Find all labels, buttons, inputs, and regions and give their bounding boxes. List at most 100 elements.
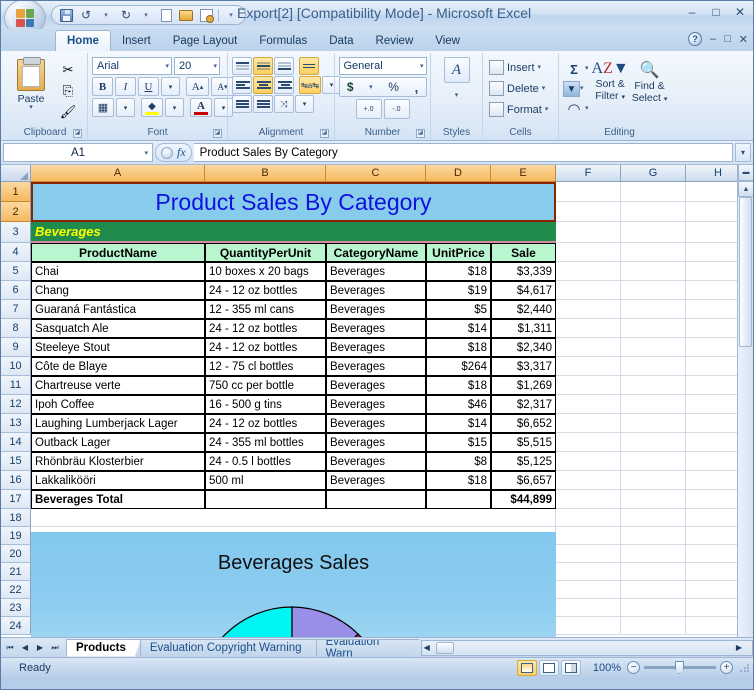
wrap-text-icon[interactable] <box>299 57 319 75</box>
name-box[interactable]: A1 ▾ <box>3 143 153 162</box>
cell-quantityperunit[interactable]: 10 boxes x 20 bags <box>205 262 326 281</box>
cell-g6[interactable] <box>621 281 686 300</box>
row-header-17[interactable]: 17 <box>1 490 31 509</box>
cell-productname[interactable]: Steeleye Stout <box>31 338 205 357</box>
row-header-13[interactable]: 13 <box>1 414 31 433</box>
alignment-dialog-launcher-icon[interactable]: ◪ <box>320 129 329 138</box>
cell-productname[interactable]: Ipoh Coffee <box>31 395 205 414</box>
row-header-9[interactable]: 9 <box>1 338 31 357</box>
column-header-b[interactable]: B <box>205 165 326 182</box>
column-header-e[interactable]: E <box>491 165 556 182</box>
maximize-button[interactable]: □ <box>709 5 723 19</box>
cell-g7[interactable] <box>621 300 686 319</box>
cell-g9[interactable] <box>621 338 686 357</box>
cell-categoryname[interactable]: Beverages <box>326 281 426 300</box>
cell-quantityperunit[interactable]: 24 - 12 oz bottles <box>205 281 326 300</box>
vertical-scrollbar[interactable]: ▬ ▲ <box>737 165 753 637</box>
horizontal-scrollbar[interactable]: ◀ ▶ <box>420 639 753 656</box>
cell-categoryname[interactable]: Beverages <box>326 357 426 376</box>
cell-f13[interactable] <box>556 414 621 433</box>
sheet-tab-evaluation-warning[interactable]: Evaluation Warn <box>316 639 420 657</box>
cell-sale[interactable]: $6,657 <box>491 471 556 490</box>
cell-quantityperunit[interactable]: 750 cc per bottle <box>205 376 326 395</box>
cell-unitprice[interactable]: $15 <box>426 433 491 452</box>
last-sheet-icon[interactable]: ⏭ <box>48 640 62 655</box>
copy-icon[interactable]: ⎘ <box>58 82 78 100</box>
cell-f10[interactable] <box>556 357 621 376</box>
undo-dropdown-icon[interactable]: ▾ <box>97 7 115 24</box>
vertical-scroll-thumb[interactable] <box>739 197 752 347</box>
cell-g12[interactable] <box>621 395 686 414</box>
cell-categoryname[interactable]: Beverages <box>326 433 426 452</box>
cell-sale[interactable]: $4,617 <box>491 281 556 300</box>
tab-view[interactable]: View <box>424 31 471 51</box>
fill-color-icon[interactable]: ◆ <box>141 98 163 117</box>
styles-dropdown-icon[interactable]: ▾ <box>455 92 459 99</box>
borders-dropdown-icon[interactable]: ▾ <box>116 98 135 117</box>
scroll-up-small-icon[interactable]: ▬ <box>738 165 753 181</box>
row-header-15[interactable]: 15 <box>1 452 31 471</box>
resize-grip-icon[interactable] <box>739 662 749 673</box>
cell-categoryname[interactable]: Beverages <box>326 319 426 338</box>
view-normal-icon[interactable] <box>517 659 537 676</box>
font-name-combo[interactable]: Arial ▾ <box>92 57 172 75</box>
cell-row22-2[interactable] <box>621 581 686 599</box>
paste-button[interactable]: Paste ▾ <box>7 57 55 111</box>
cell-g4[interactable] <box>621 243 686 262</box>
select-all-corner[interactable] <box>1 165 31 182</box>
cell-sale[interactable]: $3,317 <box>491 357 556 376</box>
hscroll-right-icon[interactable]: ▶ <box>736 643 742 652</box>
cell-categoryname[interactable]: Beverages <box>326 471 426 490</box>
cell-row21-2[interactable] <box>621 563 686 581</box>
cell-unitprice[interactable]: $14 <box>426 414 491 433</box>
horizontal-scroll-thumb[interactable] <box>435 641 454 654</box>
decrease-decimal-icon[interactable]: -.0 <box>383 99 410 119</box>
cell-sale[interactable]: $1,269 <box>491 376 556 395</box>
tab-home[interactable]: Home <box>55 30 111 52</box>
expand-formula-bar-icon[interactable]: ▾ <box>735 143 751 162</box>
row-header-20[interactable]: 20 <box>1 545 31 563</box>
column-header-d[interactable]: D <box>426 165 491 182</box>
format-painter-icon[interactable]: 🖌 <box>58 103 78 121</box>
undo-icon[interactable]: ↺ <box>77 7 95 24</box>
cell-productname[interactable]: Côte de Blaye <box>31 357 205 376</box>
cell-f6[interactable] <box>556 281 621 300</box>
view-page-break-icon[interactable] <box>561 659 581 676</box>
cell-g11[interactable] <box>621 376 686 395</box>
cell-row24-1[interactable] <box>556 617 621 635</box>
cell-sale[interactable]: $2,440 <box>491 300 556 319</box>
row-header-16[interactable]: 16 <box>1 471 31 490</box>
row-header-19[interactable]: 19 <box>1 527 31 545</box>
hscroll-left-icon[interactable]: ◀ <box>424 643 430 652</box>
zoom-slider[interactable]: − + <box>627 661 733 674</box>
row-header-10[interactable]: 10 <box>1 357 31 376</box>
cell-g16[interactable] <box>621 471 686 490</box>
cell-categoryname[interactable]: Beverages <box>326 395 426 414</box>
cell-g13[interactable] <box>621 414 686 433</box>
table-header-unitprice[interactable]: UnitPrice <box>426 243 491 262</box>
cell-f2[interactable] <box>556 202 621 222</box>
row-header-24[interactable]: 24 <box>1 617 31 635</box>
first-sheet-icon[interactable]: ⏮ <box>3 640 17 655</box>
font-size-combo[interactable]: 20 ▾ <box>174 57 220 75</box>
row-header-5[interactable]: 5 <box>1 262 31 281</box>
font-dialog-launcher-icon[interactable]: ◪ <box>213 129 222 138</box>
insert-cells-button[interactable]: Insert ▾ <box>489 57 541 78</box>
minimize-button[interactable]: – <box>685 5 699 19</box>
row-header-4[interactable]: 4 <box>1 243 31 262</box>
align-right-icon[interactable] <box>274 76 294 94</box>
increase-indent-icon[interactable] <box>253 95 273 113</box>
cell-productname[interactable]: Lakkalikööri <box>31 471 205 490</box>
underline-button[interactable]: U <box>138 77 159 96</box>
underline-dropdown-icon[interactable]: ▾ <box>161 77 180 96</box>
align-middle-icon[interactable] <box>253 57 273 75</box>
zoom-track[interactable] <box>644 661 716 674</box>
cell-g3[interactable] <box>621 222 686 243</box>
cell-sale[interactable]: $2,317 <box>491 395 556 414</box>
cell-quantityperunit[interactable]: 12 - 75 cl bottles <box>205 357 326 376</box>
cell-productname[interactable]: Guaraná Fantástica <box>31 300 205 319</box>
cell-row23-1[interactable] <box>556 599 621 617</box>
cell-quantityperunit[interactable]: 500 ml <box>205 471 326 490</box>
increase-decimal-icon[interactable]: +.0 <box>355 99 382 119</box>
cell-productname[interactable]: Laughing Lumberjack Lager <box>31 414 205 433</box>
